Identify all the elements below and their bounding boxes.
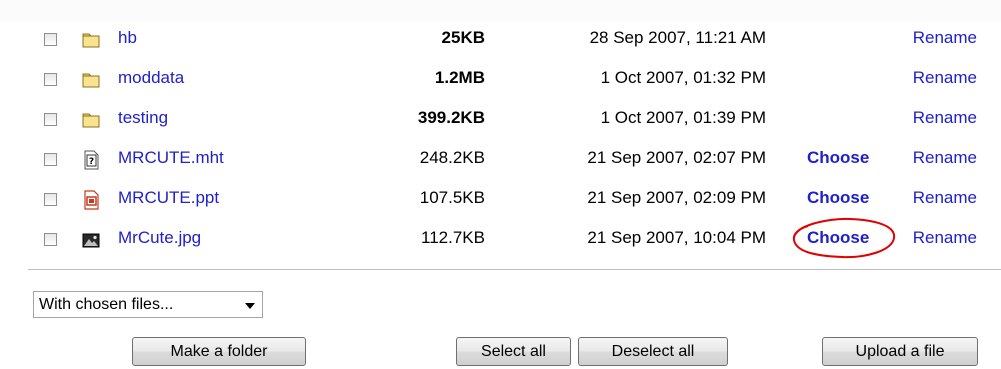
chevron-down-icon	[245, 303, 255, 309]
file-size: 399.2KB	[417, 108, 485, 127]
divider	[28, 269, 1001, 270]
file-size: 25KB	[441, 28, 485, 47]
file-date: 1 Oct 2007, 01:39 PM	[600, 108, 766, 127]
powerpoint-file-icon	[84, 190, 99, 210]
file-row: moddata 1.2MB 1 Oct 2007, 01:32 PM Renam…	[0, 65, 1001, 105]
with-chosen-files-label: With chosen files...	[39, 296, 174, 313]
file-name-link[interactable]: hb	[118, 28, 137, 48]
file-name-link[interactable]: MrCute.jpg	[118, 228, 201, 248]
file-size: 112.7KB	[421, 228, 485, 247]
top-strip	[0, 0, 1001, 22]
choose-link[interactable]: Choose	[807, 148, 869, 168]
file-name-link[interactable]: MRCUTE.ppt	[118, 188, 219, 208]
file-name-link[interactable]: moddata	[118, 68, 184, 88]
row-checkbox[interactable]	[44, 233, 57, 246]
make-folder-button[interactable]: Make a folder	[132, 337, 306, 366]
unknown-file-icon: ?	[84, 150, 99, 170]
row-checkbox[interactable]	[44, 193, 57, 206]
rename-link[interactable]: Rename	[913, 108, 977, 128]
deselect-all-button[interactable]: Deselect all	[578, 337, 728, 366]
choose-link[interactable]: Choose	[807, 188, 869, 208]
with-chosen-files-select[interactable]: With chosen files...	[33, 291, 263, 318]
file-row: hb 25KB 28 Sep 2007, 11:21 AM Rename	[0, 25, 1001, 65]
file-row: ? MRCUTE.mht 248.2KB 21 Sep 2007, 02:07 …	[0, 145, 1001, 185]
row-checkbox[interactable]	[44, 153, 57, 166]
file-name-link[interactable]: MRCUTE.mht	[118, 148, 224, 168]
file-size: 1.2MB	[434, 68, 485, 87]
folder-icon	[82, 33, 100, 48]
svg-text:?: ?	[89, 157, 94, 167]
select-all-button[interactable]: Select all	[456, 337, 571, 366]
file-row: MrCute.jpg 112.7KB 21 Sep 2007, 10:04 PM…	[0, 225, 1001, 265]
file-row: testing 399.2KB 1 Oct 2007, 01:39 PM Ren…	[0, 105, 1001, 145]
rename-link[interactable]: Rename	[913, 68, 977, 88]
file-date: 21 Sep 2007, 02:07 PM	[587, 148, 766, 167]
upload-file-button[interactable]: Upload a file	[822, 337, 978, 366]
rename-link[interactable]: Rename	[913, 188, 977, 208]
file-date: 21 Sep 2007, 10:04 PM	[587, 228, 766, 247]
choose-link[interactable]: Choose	[807, 228, 869, 248]
row-checkbox[interactable]	[44, 33, 57, 46]
file-date: 28 Sep 2007, 11:21 AM	[589, 28, 766, 47]
file-date: 21 Sep 2007, 02:09 PM	[587, 188, 766, 207]
image-file-icon	[82, 233, 100, 248]
rename-link[interactable]: Rename	[913, 148, 977, 168]
folder-icon	[82, 113, 100, 128]
file-name-link[interactable]: testing	[118, 108, 168, 128]
rename-link[interactable]: Rename	[913, 228, 977, 248]
folder-icon	[82, 73, 100, 88]
row-checkbox[interactable]	[44, 73, 57, 86]
row-checkbox[interactable]	[44, 113, 57, 126]
file-size: 248.2KB	[419, 148, 485, 167]
file-size: 107.5KB	[419, 188, 485, 207]
rename-link[interactable]: Rename	[913, 28, 977, 48]
file-row: MRCUTE.ppt 107.5KB 21 Sep 2007, 02:09 PM…	[0, 185, 1001, 225]
file-date: 1 Oct 2007, 01:32 PM	[600, 68, 766, 87]
